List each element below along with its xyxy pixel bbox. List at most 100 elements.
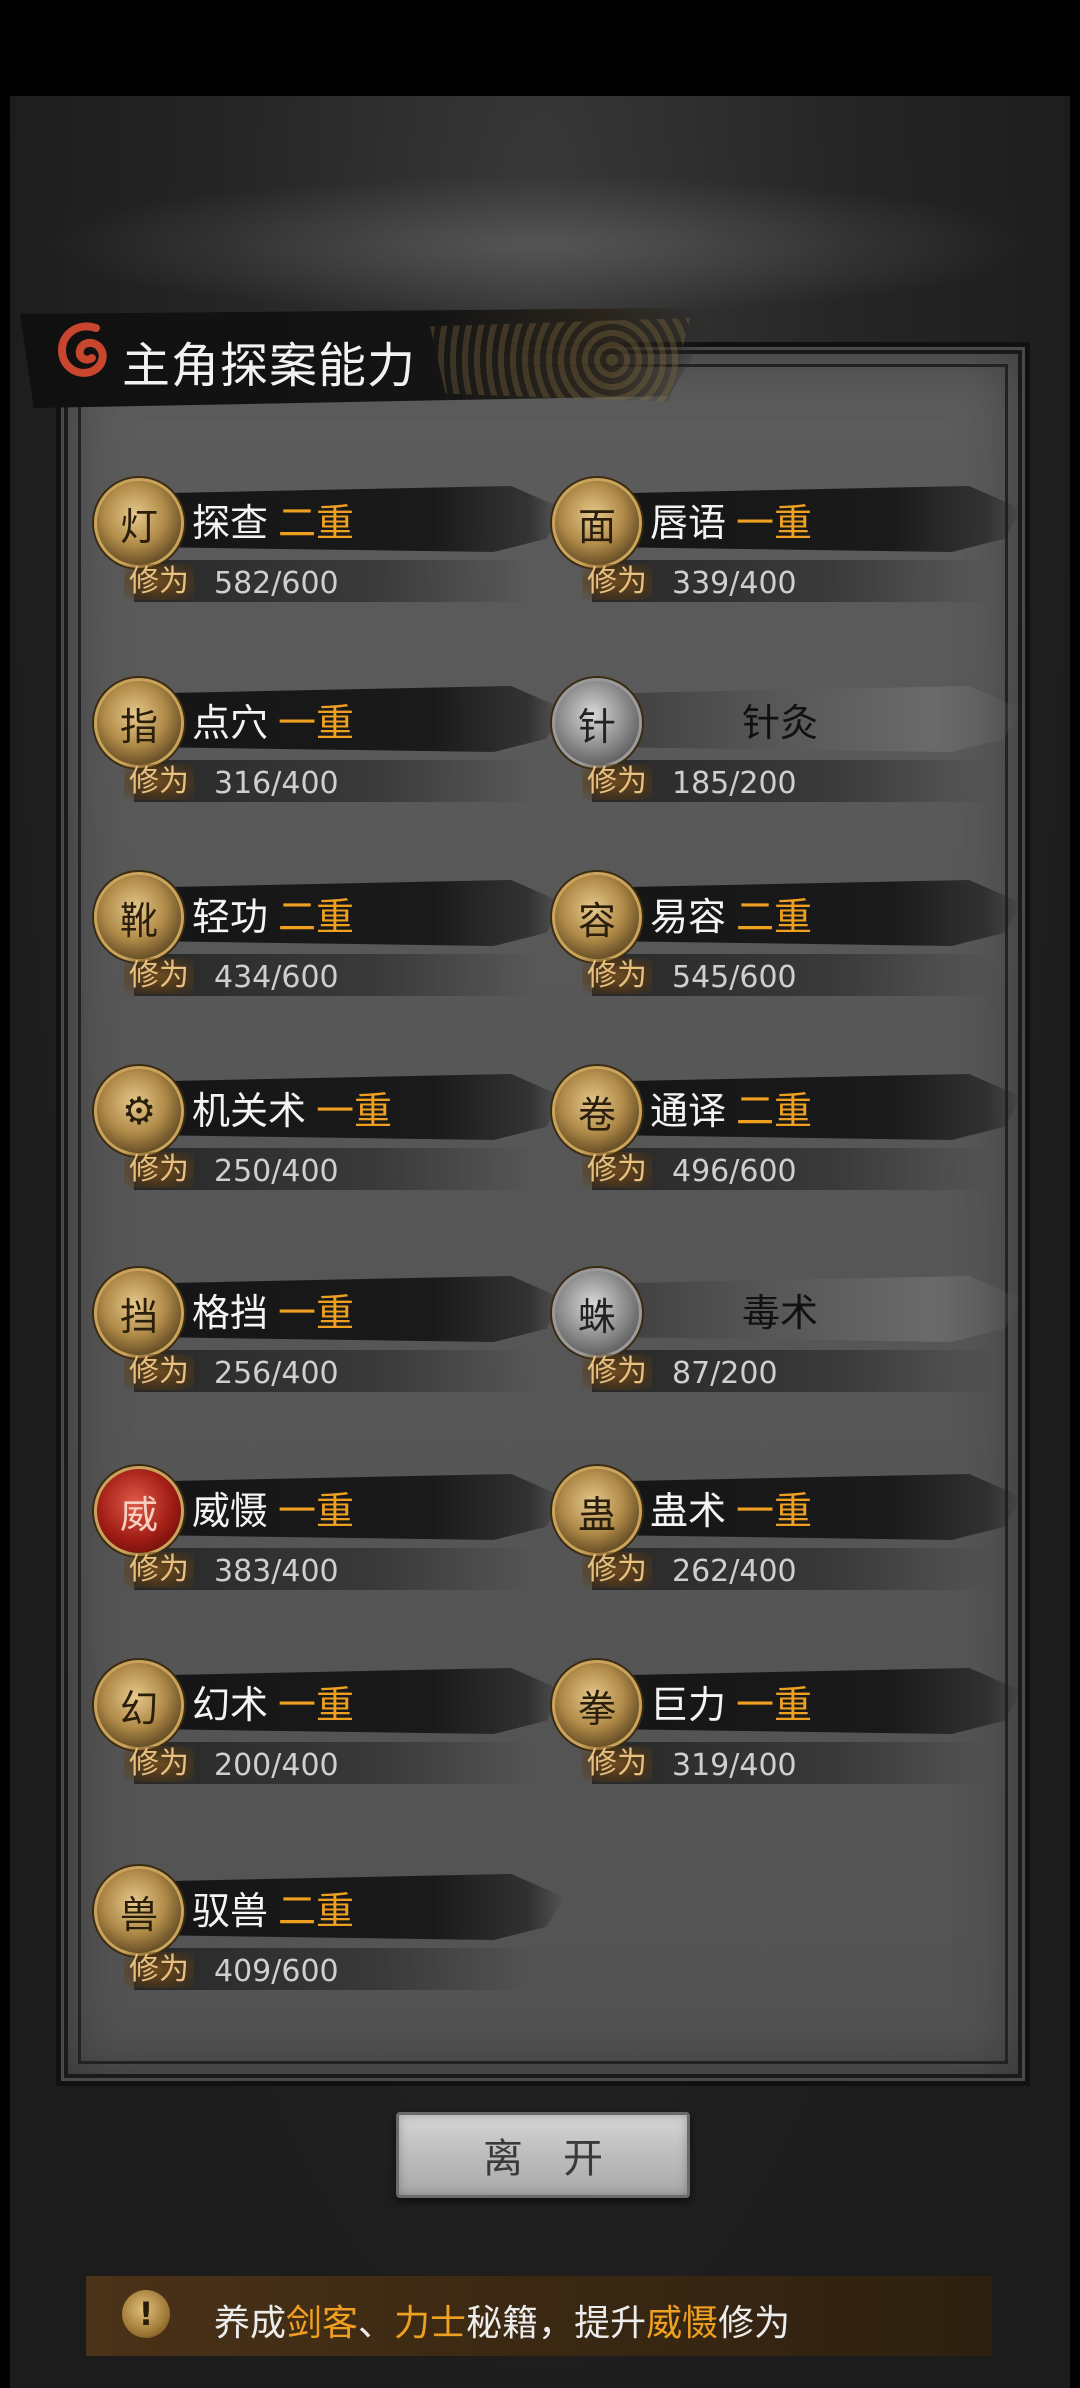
xp-label: 修为: [582, 958, 652, 994]
skill-name-text: 机关术: [192, 1089, 307, 1133]
skill-level: 一重: [316, 1089, 393, 1133]
tip-text-part: 修为: [718, 2303, 791, 2344]
skill-level: 一重: [736, 1683, 813, 1727]
skill-name-text: 点穴: [192, 701, 269, 745]
tip-bar: ! 养成剑客、力士秘籍，提升威慑修为: [86, 2276, 992, 2356]
xp-label: 修为: [582, 564, 652, 600]
xp-label: 修为: [124, 1152, 194, 1188]
skill-name: 易容 二重: [650, 886, 812, 941]
xp-label: 修为: [582, 764, 652, 800]
worm-icon: 蛊: [552, 1466, 642, 1556]
skill-level: 一重: [736, 1489, 813, 1533]
xp-label: 修为: [124, 958, 194, 994]
skill-name: 毒术: [742, 1282, 818, 1337]
skill-name: 轻功 二重: [192, 886, 354, 941]
leave-button[interactable]: 离开: [396, 2112, 690, 2198]
xp-value: 339/400: [672, 566, 797, 601]
ink-wash-decoration: [40, 175, 1040, 315]
skill-name-text: 针灸: [742, 701, 819, 745]
skill-level: 一重: [278, 701, 355, 745]
skill-card[interactable]: 指点穴 一重修为 316/400: [94, 678, 564, 818]
xp-value: 87/200: [672, 1356, 778, 1391]
strike-icon: 指: [94, 678, 184, 768]
skill-level: 二重: [736, 895, 813, 939]
skill-card[interactable]: 兽驭兽 二重 修为 409/600: [94, 1866, 564, 2006]
swirl-logo-icon: [58, 322, 107, 377]
xp-label: 修为: [124, 1746, 194, 1782]
skill-card[interactable]: 蛛 毒术 修为 87/200: [552, 1268, 1022, 1408]
xp-value: 316/400: [214, 766, 339, 801]
skill-card[interactable]: 面唇语 一重修为 339/400: [552, 478, 1022, 618]
tip-text-part: 养成: [214, 2303, 287, 2344]
skill-card[interactable]: 容易容 二重 修为 545/600: [552, 872, 1022, 1012]
skill-name: 威慑 一重: [192, 1480, 354, 1535]
skill-name-text: 威慑: [192, 1489, 269, 1533]
xp-label: 修为: [124, 1952, 194, 1988]
xp-label: 修为: [124, 564, 194, 600]
tip-text: 养成剑客、力士秘籍，提升威慑修为: [214, 2294, 790, 2346]
lantern-icon: 灯: [94, 478, 184, 568]
skill-card[interactable]: 挡格挡 一重修为 256/400: [94, 1268, 564, 1408]
xp-label: 修为: [582, 1746, 652, 1782]
tip-highlight-swordsman: 剑客: [286, 2303, 359, 2344]
xp-label: 修为: [124, 764, 194, 800]
skill-name: 唇语 一重: [650, 492, 812, 547]
skill-level: 二重: [736, 1089, 813, 1133]
skill-level: 一重: [278, 1291, 355, 1335]
skill-name-text: 通译: [650, 1089, 727, 1133]
skill-card[interactable]: ⚙ 机关术 一重 修为 250/400: [94, 1066, 564, 1206]
skill-level: 一重: [736, 501, 813, 545]
skill-name-text: 幻术: [192, 1683, 269, 1727]
skill-level: 二重: [278, 895, 355, 939]
skill-name: 蛊术 一重: [650, 1480, 812, 1535]
skill-card[interactable]: 灯探查 二重修为 582/600: [94, 478, 564, 618]
skill-name-text: 驭兽: [192, 1889, 269, 1933]
skill-card[interactable]: 拳巨力 一重 修为 319/400: [552, 1660, 1022, 1800]
xp-value: 383/400: [214, 1554, 339, 1589]
xp-value: 262/400: [672, 1554, 797, 1589]
skill-name: 通译 二重: [650, 1080, 812, 1135]
xp-value: 496/600: [672, 1154, 797, 1189]
skill-card[interactable]: 针 针灸修为 185/200: [552, 678, 1022, 818]
skill-name-text: 毒术: [742, 1291, 819, 1335]
block-icon: 挡: [94, 1268, 184, 1358]
skill-name: 针灸: [742, 692, 818, 747]
xp-value: 545/600: [672, 960, 797, 995]
tip-text-part: 秘籍，提升: [466, 2303, 647, 2344]
fist-icon: 拳: [552, 1660, 642, 1750]
xp-strip-background: [592, 1350, 992, 1392]
skill-name-text: 唇语: [650, 501, 727, 545]
skill-name: 驭兽 二重: [192, 1880, 354, 1935]
skill-card[interactable]: 靴轻功 二重 修为 434/600: [94, 872, 564, 1012]
xp-value: 256/400: [214, 1356, 339, 1391]
skill-level: 一重: [278, 1683, 355, 1727]
xp-value: 200/400: [214, 1748, 339, 1783]
skill-name-text: 格挡: [192, 1291, 269, 1335]
skill-name-text: 巨力: [650, 1683, 727, 1727]
scroll-icon: 卷: [552, 1066, 642, 1156]
exclamation-icon: !: [122, 2290, 170, 2338]
xp-label: 修为: [582, 1354, 652, 1390]
tip-text-part: 、: [358, 2303, 395, 2344]
skill-name-text: 易容: [650, 895, 727, 939]
xp-value: 434/600: [214, 960, 339, 995]
skill-card[interactable]: 威威慑 一重 修为 383/400: [94, 1466, 564, 1606]
xp-label: 修为: [124, 1354, 194, 1390]
skill-name: 机关术 一重: [192, 1080, 392, 1135]
skill-name: 探查 二重: [192, 492, 354, 547]
skill-card[interactable]: 蛊蛊术 一重修为 262/400: [552, 1466, 1022, 1606]
needle-icon: 针: [552, 678, 642, 768]
tip-highlight-intimidate: 威慑: [646, 2303, 719, 2344]
skill-name-text: 蛊术: [650, 1489, 727, 1533]
face-icon: 面: [552, 478, 642, 568]
skill-card[interactable]: 幻幻术 一重 修为 200/400: [94, 1660, 564, 1800]
xp-label: 修为: [582, 1552, 652, 1588]
tip-highlight-strongman: 力士: [394, 2303, 467, 2344]
skill-name: 格挡 一重: [192, 1282, 354, 1337]
skill-card[interactable]: 卷通译 二重 修为 496/600: [552, 1066, 1022, 1206]
intimidate-icon: 威: [94, 1466, 184, 1556]
xp-value: 582/600: [214, 566, 339, 601]
xp-value: 185/200: [672, 766, 797, 801]
title-ornament: [430, 318, 690, 402]
xp-value: 250/400: [214, 1154, 339, 1189]
